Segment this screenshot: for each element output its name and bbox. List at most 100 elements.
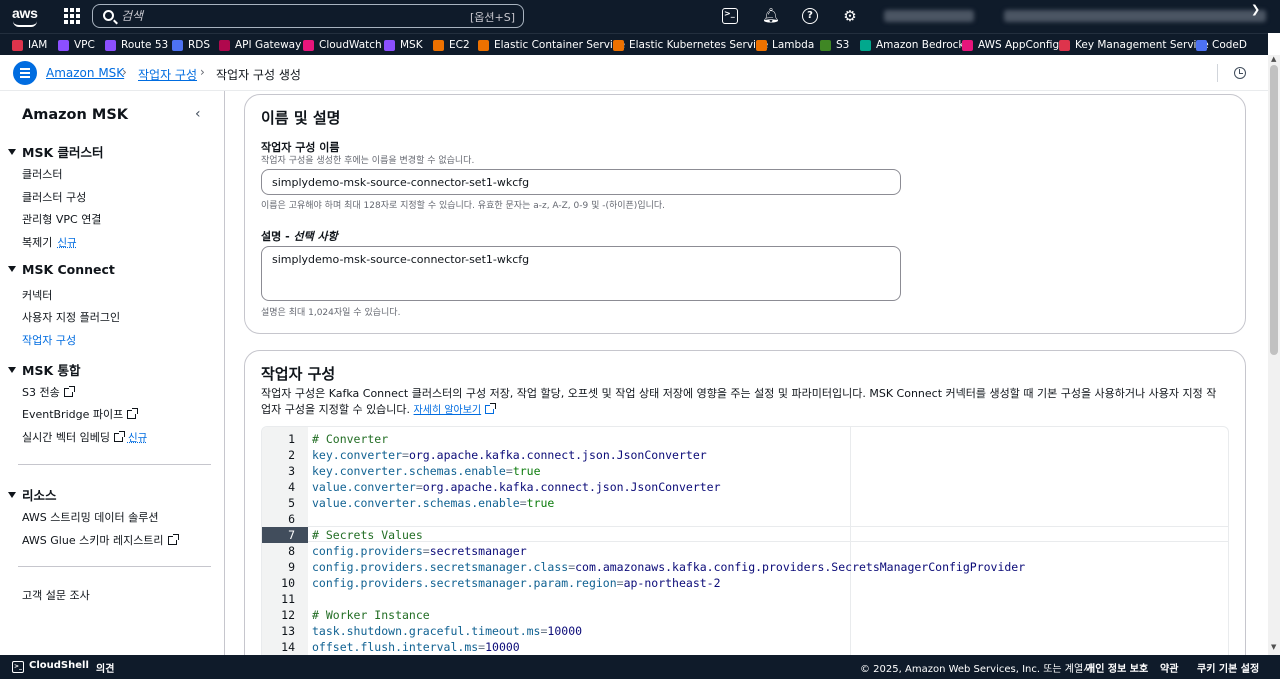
search-shortcut: [옵션+S]	[469, 11, 515, 24]
favorite-key-management-service[interactable]: Key Management Service	[1059, 38, 1209, 52]
sidebar-item-vector-embedding[interactable]: 실시간 벡터 임베딩 신규	[22, 429, 147, 445]
breadcrumb-amazon-msk[interactable]: Amazon MSK	[46, 66, 124, 80]
equals-sign: =	[415, 480, 423, 494]
sidebar-close-icon[interactable]: ‹	[195, 106, 201, 122]
code-line[interactable]: offset.flush.interval.ms=10000	[312, 639, 520, 655]
favorite-label: MSK	[400, 39, 423, 51]
line-number: 11	[281, 592, 295, 606]
sidebar-item-s3-delivery[interactable]: S3 전송	[22, 384, 75, 400]
favorite-iam[interactable]: IAM	[12, 38, 47, 52]
code-line[interactable]: config.providers=secretsmanager	[312, 543, 527, 559]
favorite-s3[interactable]: S3	[820, 38, 849, 52]
favorite-elastic-container-service[interactable]: Elastic Container Service	[478, 38, 625, 52]
code-line[interactable]: key.converter.schemas.enable=true	[312, 463, 541, 479]
sidebar-item-managed-vpc[interactable]: 관리형 VPC 연결	[22, 211, 101, 227]
favorite-ec2[interactable]: EC2	[433, 38, 470, 52]
favorite-coded[interactable]: CodeD	[1196, 38, 1247, 52]
config-value: 10000	[547, 624, 583, 638]
sidebar-section-msk-connect[interactable]: MSK Connect	[8, 262, 115, 277]
scroll-thumb[interactable]	[1270, 65, 1278, 355]
code-line[interactable]: config.providers.secretsmanager.param.re…	[312, 575, 721, 591]
config-key: config.providers	[312, 544, 423, 558]
sidebar-item-eventbridge-pipes[interactable]: EventBridge 파이프	[22, 406, 139, 422]
footer-cloudshell[interactable]: CloudShell	[29, 660, 89, 671]
sidebar-item-replicator[interactable]: 복제기 신규	[22, 234, 77, 250]
favorite-vpc[interactable]: VPC	[58, 38, 95, 52]
favorites-more-chevron-icon[interactable]: ❯	[1251, 3, 1260, 16]
sidebar-item-glue-schema-registry[interactable]: AWS Glue 스키마 레지스트리	[22, 532, 179, 548]
section-title: 작업자 구성	[261, 365, 336, 383]
favorite-amazon-bedrock[interactable]: Amazon Bedrock	[860, 38, 964, 52]
favorite-elastic-kubernetes-service[interactable]: Elastic Kubernetes Service	[613, 38, 768, 52]
hamburger-menu-icon[interactable]	[13, 61, 37, 85]
service-icon	[172, 39, 183, 51]
favorite-msk[interactable]: MSK	[384, 38, 423, 52]
search-input[interactable]	[121, 6, 461, 26]
config-key: key.converter.schemas.enable	[312, 464, 506, 478]
settings-icon[interactable]: ⚙	[842, 8, 858, 24]
line-number: 9	[288, 560, 295, 574]
code-editor[interactable]: 1 2 3 4 5 6 7 8 9 10 11 12 13 14 # Converter key.conve…	[261, 426, 1229, 655]
redacted-account-menu[interactable]	[1004, 10, 1266, 22]
code-line[interactable]: value.converter=org.apache.kafka.connect…	[312, 479, 721, 495]
code-line[interactable]: # Converter	[312, 431, 388, 447]
sidebar-item-connectors[interactable]: 커넥터	[22, 287, 52, 303]
footer-terms[interactable]: 약관	[1160, 660, 1178, 675]
worker-config-name-input[interactable]: simplydemo-msk-source-connector-set1-wkc…	[261, 169, 901, 195]
sidebar-title[interactable]: Amazon MSK	[22, 107, 128, 123]
active-line-highlight	[308, 526, 1228, 542]
sidebar-item-custom-plugins[interactable]: 사용자 지정 플러그인	[22, 309, 120, 325]
favorite-route-53[interactable]: Route 53	[105, 38, 168, 52]
favorite-label: AWS AppConfig	[978, 39, 1060, 51]
description-textarea[interactable]: simplydemo-msk-source-connector-set1-wkc…	[261, 246, 901, 301]
aws-logo[interactable]: aws	[12, 6, 40, 28]
services-grid-icon[interactable]	[64, 8, 80, 24]
service-icon	[756, 39, 767, 51]
footer-feedback[interactable]: 의견	[96, 660, 114, 675]
page-scrollbar[interactable]: ▲ ▼	[1268, 55, 1280, 655]
section-title: 이름 및 설명	[261, 109, 341, 127]
service-icon	[962, 39, 973, 51]
redacted-account-info[interactable]	[884, 10, 974, 22]
sidebar-section-msk-integrations[interactable]: MSK 통합	[8, 360, 80, 379]
footer-cookies[interactable]: 쿠키 기본 설정	[1197, 660, 1259, 675]
scroll-up-icon[interactable]: ▲	[1271, 55, 1276, 63]
footer-privacy[interactable]: 개인 정보 보호	[1086, 660, 1148, 675]
code-line[interactable]: # Secrets Values	[312, 527, 423, 543]
sidebar-item-cluster-config[interactable]: 클러스터 구성	[22, 189, 86, 205]
help-icon[interactable]: ?	[802, 8, 818, 24]
search-box[interactable]: [옵션+S]	[92, 4, 524, 28]
sidebar-section-resources[interactable]: 리소스	[8, 485, 57, 504]
code-line[interactable]: config.providers.secretsmanager.class=co…	[312, 559, 1025, 575]
sidebar-item-clusters[interactable]: 클러스터	[22, 166, 62, 182]
sidebar-item-streaming-solutions[interactable]: AWS 스트리밍 데이터 솔루션	[22, 509, 158, 525]
sidebar-section-msk-clusters[interactable]: MSK 클러스터	[8, 142, 103, 161]
breadcrumb-worker-config[interactable]: 작업자 구성	[138, 66, 197, 83]
top-navigation: aws [옵션+S] 🔔︎ ? ⚙	[0, 0, 1280, 33]
learn-more-link[interactable]: 자세히 알아보기	[414, 403, 497, 416]
sidebar-item-survey[interactable]: 고객 설문 조사	[22, 587, 90, 603]
line-number: 5	[288, 496, 295, 510]
favorite-api-gateway[interactable]: API Gateway	[219, 38, 301, 52]
code-line[interactable]: value.converter.schemas.enable=true	[312, 495, 554, 511]
external-link-icon	[127, 408, 139, 419]
clock-icon[interactable]	[1234, 67, 1246, 79]
scroll-down-icon[interactable]: ▼	[1271, 643, 1276, 651]
favorite-rds[interactable]: RDS	[172, 38, 210, 52]
code-line[interactable]: task.shutdown.graceful.timeout.ms=10000	[312, 623, 582, 639]
favorite-aws-appconfig[interactable]: AWS AppConfig	[962, 38, 1059, 52]
line-number-gutter: 1 2 3 4 5 6 7 8 9 10 11 12 13 14	[262, 427, 308, 655]
favorite-label: Lambda	[772, 39, 815, 51]
config-key: task.shutdown.graceful.timeout.ms	[312, 624, 541, 638]
favorite-cloudwatch[interactable]: CloudWatch	[303, 38, 382, 52]
cloudshell-icon[interactable]	[722, 8, 738, 24]
favorite-lambda[interactable]: Lambda	[756, 38, 814, 52]
sidebar-item-worker-config[interactable]: 작업자 구성	[22, 332, 76, 348]
code-line[interactable]: # Worker Instance	[312, 607, 430, 623]
code-line[interactable]: key.converter=org.apache.kafka.connect.j…	[312, 447, 707, 463]
external-link-icon	[485, 403, 497, 414]
service-icon	[613, 39, 624, 51]
bell-icon[interactable]: 🔔︎	[762, 8, 780, 24]
cloudshell-icon[interactable]: >_	[12, 661, 24, 673]
service-icon	[58, 39, 69, 51]
